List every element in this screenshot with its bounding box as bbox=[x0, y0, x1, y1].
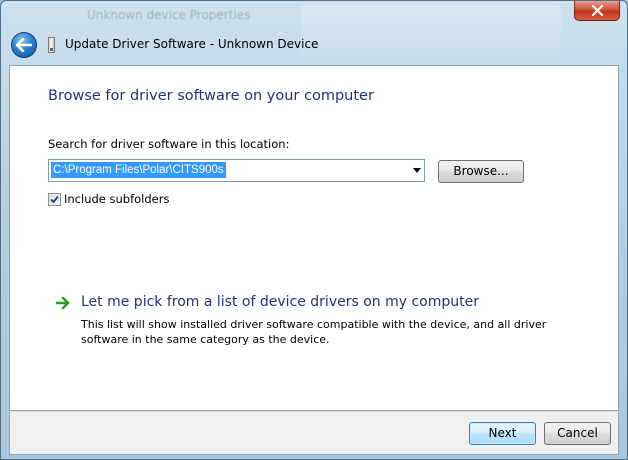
background-window-title: Unknown device Properties bbox=[87, 8, 251, 22]
green-arrow-icon bbox=[56, 296, 70, 310]
back-button[interactable] bbox=[11, 32, 37, 58]
include-subfolders-label[interactable]: Include subfolders bbox=[64, 192, 169, 206]
path-combobox[interactable]: C:\Program Files\Polar\CITS900s bbox=[48, 159, 425, 182]
pick-from-list-link[interactable]: Let me pick from a list of device driver… bbox=[81, 294, 479, 310]
device-icon bbox=[48, 37, 55, 53]
content-panel: Browse for driver software on your compu… bbox=[9, 65, 619, 411]
cancel-button[interactable]: Cancel bbox=[544, 422, 611, 445]
close-button[interactable] bbox=[574, 1, 620, 21]
dropdown-arrow-icon[interactable] bbox=[413, 168, 421, 173]
close-icon bbox=[591, 5, 604, 16]
path-input-value[interactable]: C:\Program Files\Polar\CITS900s bbox=[51, 162, 226, 178]
footer-bar: Next Cancel bbox=[9, 411, 619, 455]
search-location-label: Search for driver software in this locat… bbox=[48, 137, 290, 151]
checkmark-icon bbox=[50, 195, 59, 204]
back-arrow-icon bbox=[16, 38, 32, 52]
pick-from-list-description: This list will show installed driver sof… bbox=[81, 318, 547, 346]
browse-button[interactable]: Browse... bbox=[438, 160, 524, 183]
next-button[interactable]: Next bbox=[469, 422, 536, 445]
window-frame: Unknown device Properties Update Driver … bbox=[0, 0, 628, 460]
include-subfolders-checkbox[interactable] bbox=[48, 193, 61, 206]
page-heading: Browse for driver software on your compu… bbox=[48, 88, 374, 104]
background-window-ghost bbox=[301, 5, 561, 57]
dialog-title: Update Driver Software - Unknown Device bbox=[65, 37, 319, 51]
